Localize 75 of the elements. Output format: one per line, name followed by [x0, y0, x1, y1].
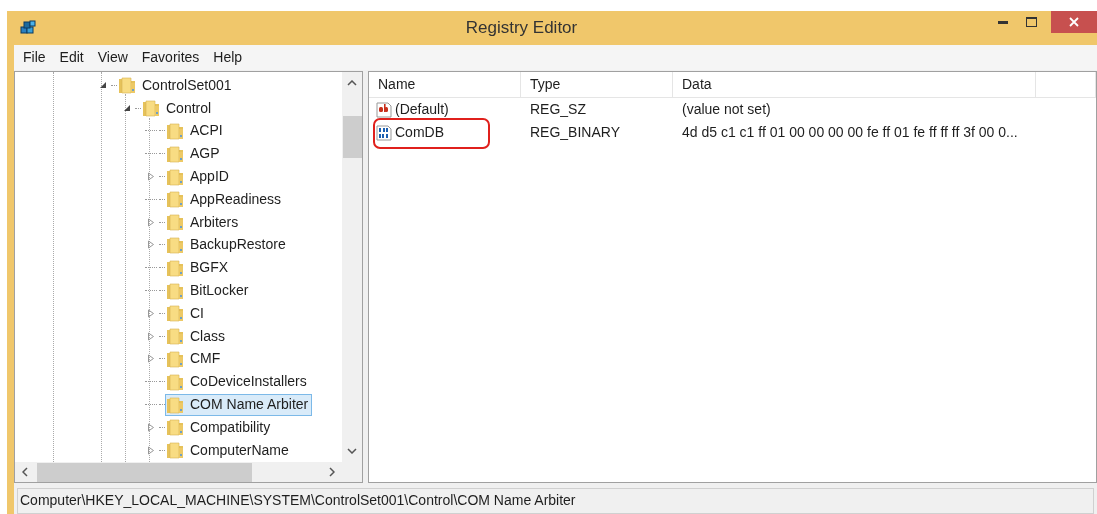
folder-icon [166, 327, 184, 346]
folder-icon [166, 418, 184, 437]
column-header[interactable]: Data [673, 72, 1036, 97]
folder-icon [166, 304, 184, 323]
value-type: REG_BINARY [529, 123, 621, 142]
collapsed-triangle-icon [147, 422, 155, 432]
collapsed-triangle-icon [147, 172, 155, 182]
expanded-triangle-icon [99, 81, 107, 90]
window-title: Registry Editor [464, 17, 579, 40]
value-name[interactable]: ComDB [395, 122, 444, 143]
value-type: REG_SZ [529, 100, 587, 119]
tree-item[interactable]: AppReadiness [165, 188, 286, 211]
folder-icon [142, 99, 160, 118]
menu-item[interactable]: File [17, 47, 52, 68]
binary-value-icon [376, 124, 392, 141]
collapsed-triangle-icon [147, 308, 155, 318]
menu-item[interactable]: Help [207, 47, 249, 68]
tree-item[interactable]: CoDeviceInstallers [165, 370, 311, 393]
collapsed-triangle-icon [147, 217, 155, 227]
value-data: 4d d5 c1 c1 ff 01 00 00 00 00 fe ff 01 fe ff ff ff 3f 00 0... [681, 123, 1019, 142]
folder-icon [118, 76, 136, 95]
tree-item[interactable]: BitLocker [165, 279, 253, 302]
value-data: (value not set) [681, 100, 772, 119]
tree-item[interactable]: Control [141, 97, 216, 120]
menu-item[interactable]: Edit [53, 47, 90, 68]
minimize-icon [998, 20, 1008, 24]
column-header[interactable]: Type [521, 72, 673, 97]
tree-item[interactable]: Arbiters [165, 211, 243, 234]
tree-item[interactable]: AGP [165, 142, 224, 165]
tree-item[interactable]: CI [165, 302, 208, 325]
folder-icon [166, 441, 184, 460]
folder-icon [166, 122, 184, 140]
string-value-icon [376, 101, 392, 118]
close-button[interactable] [1051, 11, 1097, 33]
collapsed-triangle-icon [147, 331, 155, 341]
tree-item[interactable]: ControlSet001 [117, 74, 236, 97]
vertical-scrollbar[interactable] [342, 72, 362, 462]
status-bar: Computer\HKEY_LOCAL_MACHINE\SYSTEM\ControlSet001\Control\COM Name Arbiter [17, 487, 1094, 514]
folder-icon [166, 349, 184, 368]
tree-item[interactable]: BGFX [165, 256, 233, 279]
folder-icon [166, 372, 184, 391]
scroll-up-icon [347, 80, 357, 86]
folder-icon [166, 395, 184, 414]
scrollbar-thumb[interactable] [37, 462, 252, 482]
folder-icon [166, 281, 184, 300]
registry-cubes-icon [19, 19, 37, 37]
tree-item[interactable]: CMF [165, 347, 225, 370]
collapsed-triangle-icon [147, 354, 155, 364]
tree-item[interactable]: AppID [165, 165, 233, 188]
tree-item[interactable]: Class [165, 325, 229, 348]
tree-item[interactable]: ACPI [165, 120, 227, 142]
collapsed-triangle-icon [147, 240, 155, 250]
tree-item[interactable]: ComputerName [165, 439, 293, 462]
tree-item[interactable]: Compatibility [165, 416, 275, 439]
horizontal-scrollbar[interactable] [15, 462, 362, 482]
column-header[interactable]: Name [369, 72, 521, 97]
folder-icon [166, 235, 184, 254]
value-name[interactable]: (Default) [395, 99, 449, 120]
folder-icon [166, 167, 184, 186]
tree-item[interactable]: COM Name Arbiter [165, 393, 313, 416]
menu-item[interactable]: Favorites [135, 47, 206, 68]
scrollbar-thumb[interactable] [342, 116, 362, 158]
scroll-down-icon [347, 448, 357, 454]
folder-icon [166, 190, 184, 209]
tree-item[interactable]: BackupRestore [165, 233, 290, 256]
collapsed-triangle-icon [147, 445, 155, 455]
expanded-triangle-icon [123, 104, 131, 113]
maximize-icon [1025, 17, 1037, 27]
scroll-left-icon [22, 467, 28, 477]
scroll-right-icon [329, 467, 335, 477]
folder-icon [166, 144, 184, 163]
folder-icon [166, 213, 184, 232]
folder-icon [166, 258, 184, 277]
close-icon [1069, 17, 1079, 27]
menu-item[interactable]: View [91, 47, 134, 68]
